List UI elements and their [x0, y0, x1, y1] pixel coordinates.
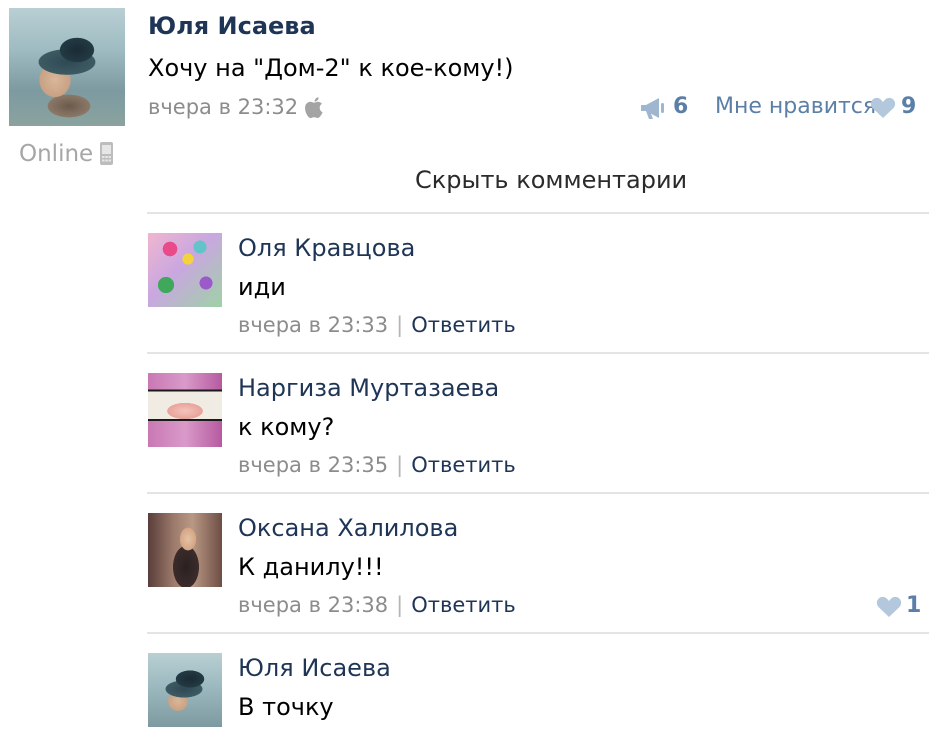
comment-like-count[interactable]: 1 — [906, 593, 921, 618]
meta-separator: | — [396, 593, 404, 617]
phone-icon — [100, 142, 113, 165]
like-count[interactable]: 9 — [901, 94, 916, 119]
heart-icon[interactable] — [876, 596, 902, 618]
divider — [147, 212, 929, 214]
comment-author-avatar[interactable] — [148, 373, 222, 447]
comment-timestamp[interactable]: вчера в 23:38 — [238, 593, 388, 617]
comment-meta: вчера в 23:35 | Ответить — [238, 453, 516, 477]
comment-author-name[interactable]: Оксана Халилова — [238, 514, 458, 542]
reply-link[interactable]: Ответить — [411, 453, 516, 477]
comment-author-name[interactable]: Оля Кравцова — [238, 234, 415, 262]
divider — [147, 352, 929, 354]
comment-timestamp[interactable]: вчера в 23:35 — [238, 453, 388, 477]
divider — [147, 492, 929, 494]
hide-comments-link[interactable]: Скрыть комментарии — [415, 166, 687, 194]
comment-author-avatar[interactable] — [148, 513, 222, 587]
reply-link[interactable]: Ответить — [411, 593, 516, 617]
meta-separator: | — [396, 453, 404, 477]
post-timestamp[interactable]: вчера в 23:32 — [148, 95, 298, 119]
repost-count[interactable]: 6 — [673, 94, 688, 119]
comment-text: иди — [238, 273, 286, 301]
comment-meta: вчера в 23:33 | Ответить — [238, 313, 516, 337]
divider — [147, 632, 929, 634]
comment-timestamp[interactable]: вчера в 23:33 — [238, 313, 388, 337]
comment-author-avatar[interactable] — [148, 233, 222, 307]
comment-text: К данилу!!! — [238, 553, 384, 581]
meta-separator: | — [396, 313, 404, 337]
post-author-name[interactable]: Юля Исаева — [148, 12, 316, 40]
comment-author-avatar[interactable] — [148, 653, 222, 727]
reply-link[interactable]: Ответить — [411, 313, 516, 337]
comment-meta: вчера в 23:38 | Ответить — [238, 593, 516, 617]
comment-text: В точку — [238, 693, 334, 721]
comment-author-name[interactable]: Юля Исаева — [238, 654, 391, 682]
post-text: Хочу на "Дом-2" к кое-кому!) — [148, 54, 514, 82]
post-author-avatar[interactable] — [9, 8, 125, 126]
apple-icon — [305, 97, 323, 118]
comment-author-name[interactable]: Наргиза Муртазаева — [238, 374, 499, 402]
online-status: Online — [19, 141, 94, 167]
megaphone-icon[interactable] — [639, 96, 669, 120]
heart-icon[interactable] — [870, 97, 896, 119]
like-button-label[interactable]: Мне нравится — [715, 94, 876, 119]
comment-text: к кому? — [238, 413, 335, 441]
